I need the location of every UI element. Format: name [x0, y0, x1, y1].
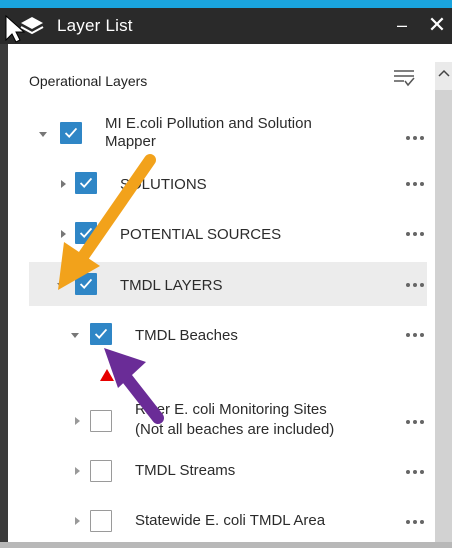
triangle-expander-icon[interactable]	[71, 515, 83, 527]
layers-icon	[20, 17, 44, 35]
ellipsis-icon[interactable]	[403, 414, 427, 430]
layer-checkbox[interactable]	[75, 273, 97, 295]
layer-label: TMDL Streams	[135, 462, 236, 479]
ellipsis-icon[interactable]	[403, 464, 427, 480]
ellipsis-icon[interactable]	[403, 327, 427, 343]
triangle-expander-icon[interactable]	[37, 128, 49, 140]
layer-checkbox[interactable]	[75, 172, 97, 194]
accent-strip	[0, 0, 452, 8]
ellipsis-icon[interactable]	[403, 277, 427, 293]
filter-list-icon[interactable]	[392, 66, 416, 90]
layer-row-mi-ecoli-mapper[interactable]: MI E.coli Pollution and Solution Mapper	[29, 112, 427, 156]
layer-label-line2: Mapper	[105, 133, 156, 150]
section-title: Operational Layers	[29, 73, 148, 89]
ellipsis-icon[interactable]	[403, 514, 427, 530]
panel-bottom-edge	[0, 542, 452, 548]
layer-row-tmdl-beaches[interactable]: TMDL Beaches	[29, 312, 427, 356]
triangle-expander-icon[interactable]	[57, 228, 69, 240]
layer-checkbox[interactable]	[90, 323, 112, 345]
layer-checkbox[interactable]	[60, 122, 82, 144]
triangle-expander-icon[interactable]	[57, 178, 69, 190]
layer-label: TMDL Beaches	[135, 327, 238, 344]
ellipsis-icon[interactable]	[403, 130, 427, 146]
layer-row-solutions[interactable]: SOLUTIONS	[29, 162, 427, 206]
triangle-expander-icon[interactable]	[71, 415, 83, 427]
layer-row-river-monitoring-sites[interactable]: River E. coli Monitoring Sites (Not all …	[29, 398, 427, 442]
ellipsis-icon[interactable]	[403, 176, 427, 192]
close-button[interactable]: ✕	[426, 10, 448, 40]
scroll-up-icon[interactable]	[438, 66, 450, 82]
map-edge	[0, 44, 8, 548]
layer-list-panel: Operational Layers MI E.coli Pollution a…	[8, 44, 452, 548]
layer-row-statewide-tmdl-area[interactable]: Statewide E. coli TMDL Area	[29, 498, 427, 542]
layer-label: River E. coli Monitoring Sites	[135, 401, 327, 418]
layer-checkbox[interactable]	[90, 510, 112, 532]
layer-label: MI E.coli Pollution and Solution	[105, 115, 312, 132]
layer-label: TMDL LAYERS	[120, 277, 223, 294]
layer-label: Statewide E. coli TMDL Area	[135, 512, 326, 529]
layer-checkbox[interactable]	[75, 222, 97, 244]
ellipsis-icon[interactable]	[403, 226, 427, 242]
scrollbar-thumb[interactable]	[435, 90, 452, 542]
layer-label: POTENTIAL SOURCES	[120, 226, 282, 243]
panel-title: Layer List	[57, 16, 133, 35]
triangle-expander-icon[interactable]	[69, 329, 81, 341]
layer-label: SOLUTIONS	[120, 176, 207, 193]
layer-checkbox[interactable]	[90, 410, 112, 432]
layer-row-potential-sources[interactable]: POTENTIAL SOURCES	[29, 212, 427, 256]
layer-row-tmdl-layers[interactable]: TMDL LAYERS	[29, 262, 427, 306]
layer-checkbox[interactable]	[90, 460, 112, 482]
triangle-expander-icon[interactable]	[71, 465, 83, 477]
red-triangle-icon	[100, 369, 114, 381]
title-bar: Layer List – ✕	[0, 8, 452, 44]
minimize-button[interactable]: –	[392, 10, 412, 40]
triangle-expander-icon[interactable]	[55, 279, 67, 291]
layer-row-tmdl-streams[interactable]: TMDL Streams	[29, 448, 427, 492]
layer-label-line2: (Not all beaches are included)	[135, 421, 335, 438]
